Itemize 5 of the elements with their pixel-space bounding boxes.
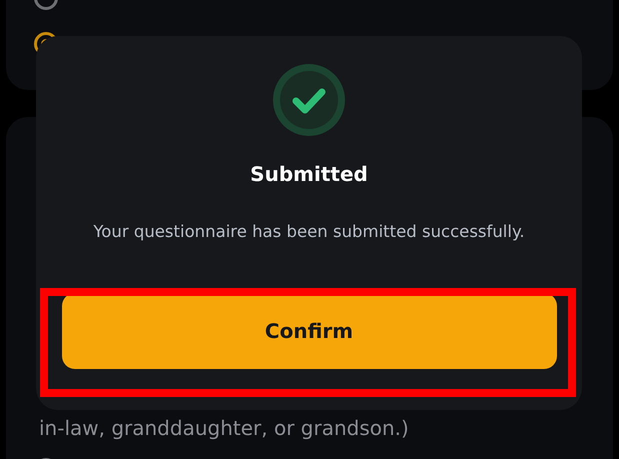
question-text: in-law, granddaughter, or grandson.) [39,415,409,442]
success-check-icon [273,64,345,136]
dialog-message: Your questionnaire has been submitted successfully. [93,222,525,241]
confirm-button[interactable]: Confirm [62,293,556,369]
dialog-title: Submitted [250,162,368,186]
